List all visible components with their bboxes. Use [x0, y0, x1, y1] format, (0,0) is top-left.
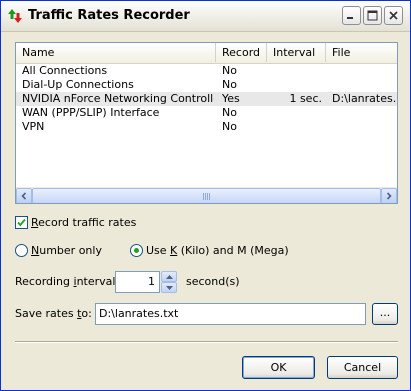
- close-button[interactable]: [384, 6, 403, 25]
- divider: [15, 341, 398, 343]
- number-only-radio[interactable]: [15, 244, 28, 257]
- row-file: [332, 106, 396, 120]
- save-path-input[interactable]: D:\lanrates.txt: [95, 303, 366, 325]
- row-name: VPN: [22, 120, 45, 133]
- list-row[interactable]: All Connections No: [16, 64, 397, 78]
- row-name: Dial-Up Connections: [22, 78, 134, 91]
- scroll-left-button[interactable]: [16, 188, 32, 203]
- kilo-mega-label[interactable]: Use K (Kilo) and M (Mega): [146, 244, 289, 257]
- column-header-name[interactable]: Name: [16, 43, 216, 62]
- minimize-icon: [347, 17, 353, 19]
- column-header-file[interactable]: File: [326, 43, 397, 62]
- spin-down-button[interactable]: [161, 282, 177, 293]
- window-title: Traffic Rates Recorder: [28, 8, 190, 23]
- interval-input[interactable]: 1: [115, 271, 160, 293]
- chevron-right-icon: [386, 192, 392, 200]
- scroll-right-button[interactable]: [381, 188, 397, 203]
- kilo-mega-radio[interactable]: [130, 244, 143, 257]
- close-icon: [389, 11, 398, 20]
- browse-button[interactable]: ...: [372, 303, 398, 325]
- radio-selected-dot: [134, 248, 139, 253]
- list-header: Name Record Interval File: [16, 43, 397, 64]
- recording-interval-label: Recording interval:: [15, 275, 120, 288]
- column-header-record[interactable]: Record: [216, 43, 267, 62]
- row-record: Yes: [222, 92, 240, 105]
- connections-list[interactable]: Name Record Interval File All Connection…: [15, 42, 398, 204]
- row-file: [332, 120, 396, 134]
- spin-up-button[interactable]: [161, 271, 177, 282]
- row-interval: [272, 106, 324, 120]
- list-row[interactable]: Dial-Up Connections No: [16, 78, 397, 92]
- chevron-down-icon: [166, 286, 173, 290]
- horizontal-scrollbar[interactable]: [16, 187, 397, 203]
- dialog-window: Traffic Rates Recorder Name Record Inter…: [0, 0, 411, 391]
- row-record: No: [222, 120, 237, 133]
- row-interval: [272, 64, 324, 78]
- grip-icon: [203, 193, 210, 200]
- row-interval: 1 sec.: [289, 92, 322, 105]
- checkmark-icon: [17, 218, 26, 227]
- column-header-interval[interactable]: Interval: [267, 43, 326, 62]
- scrollbar-thumb[interactable]: [32, 188, 381, 203]
- row-record: No: [222, 106, 237, 119]
- interval-spinner[interactable]: [161, 271, 177, 293]
- maximize-icon: [367, 10, 378, 21]
- chevron-up-icon: [166, 275, 173, 279]
- row-name: WAN (PPP/SLIP) Interface: [22, 106, 160, 119]
- row-file: [332, 64, 396, 78]
- row-file: D:\lanrates.txt: [332, 92, 396, 105]
- row-record: No: [222, 78, 237, 91]
- minimize-button[interactable]: [342, 6, 361, 25]
- interval-unit-label: second(s): [186, 275, 240, 288]
- row-interval: [272, 120, 324, 134]
- record-traffic-checkbox[interactable]: [15, 216, 28, 229]
- row-name: All Connections: [22, 64, 108, 77]
- up-down-arrows-icon: [8, 9, 22, 23]
- row-interval: [272, 78, 324, 92]
- record-traffic-label[interactable]: Record traffic rates: [31, 216, 136, 229]
- ok-button[interactable]: OK: [242, 356, 315, 379]
- row-file: [332, 78, 396, 92]
- number-only-label[interactable]: Number only: [31, 244, 102, 257]
- list-row[interactable]: WAN (PPP/SLIP) Interface No: [16, 106, 397, 120]
- chevron-left-icon: [21, 192, 27, 200]
- row-record: No: [222, 64, 237, 77]
- cancel-button[interactable]: Cancel: [327, 356, 398, 379]
- save-rates-label: Save rates to:: [15, 307, 92, 320]
- row-name: NVIDIA nForce Networking Controller: [22, 92, 214, 105]
- list-row-selected[interactable]: NVIDIA nForce Networking Controller Yes …: [16, 92, 397, 106]
- title-bar[interactable]: Traffic Rates Recorder: [1, 1, 410, 32]
- list-row[interactable]: VPN No: [16, 120, 397, 134]
- maximize-button[interactable]: [363, 6, 382, 25]
